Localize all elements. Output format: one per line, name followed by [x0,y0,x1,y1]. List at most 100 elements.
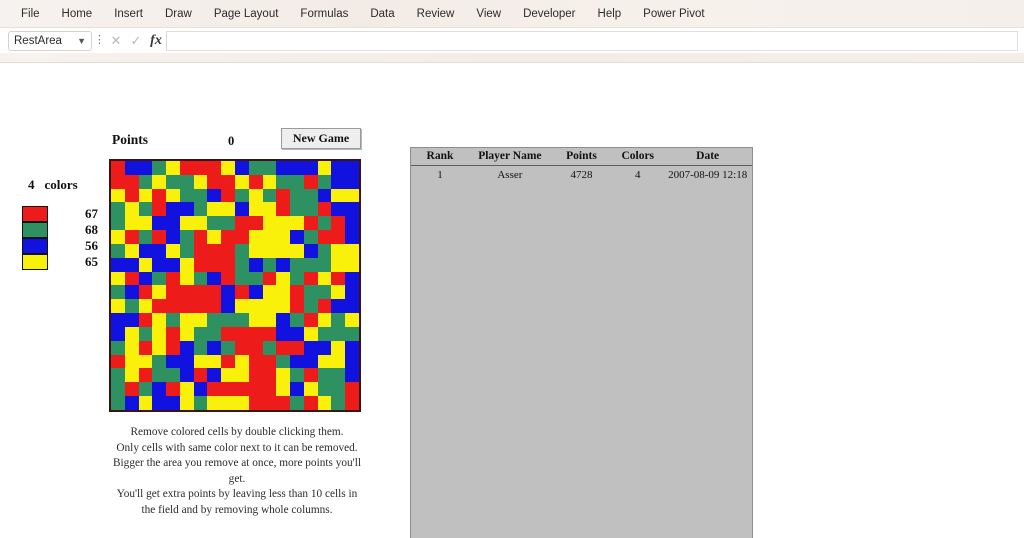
drag-handle-icon[interactable]: ⋮ [94,35,105,46]
grid-cell[interactable] [152,340,167,355]
grid-cell[interactable] [124,202,139,217]
grid-cell[interactable] [179,285,194,300]
grid-cell[interactable] [138,257,153,272]
grid-cell[interactable] [138,271,153,286]
grid-cell[interactable] [152,188,167,203]
grid-cell[interactable] [290,271,304,286]
grid-cell[interactable] [124,216,139,231]
grid-cell[interactable] [290,354,304,369]
grid-cell[interactable] [124,340,139,355]
grid-cell[interactable] [234,299,249,314]
grid-cell[interactable] [276,271,291,286]
grid-cell[interactable] [166,299,180,314]
grid-cell[interactable] [331,161,346,175]
grid-cell[interactable] [276,243,291,258]
grid-cell[interactable] [179,368,194,383]
grid-cell[interactable] [179,243,194,258]
grid-cell[interactable] [138,216,153,231]
new-game-button[interactable]: New Game [281,128,361,149]
grid-cell[interactable] [262,188,277,203]
grid-cell[interactable] [345,216,359,231]
grid-cell[interactable] [166,271,180,286]
grid-cell[interactable] [290,382,304,397]
grid-cell[interactable] [234,382,249,397]
grid-cell[interactable] [248,285,263,300]
grid-cell[interactable] [303,354,318,369]
grid-cell[interactable] [193,340,208,355]
grid-cell[interactable] [303,257,318,272]
grid-cell[interactable] [248,216,263,231]
grid-cell[interactable] [290,243,304,258]
grid-cell[interactable] [262,382,277,397]
ribbon-tab-draw[interactable]: Draw [154,4,203,24]
ribbon-tab-view[interactable]: View [465,4,512,24]
chevron-down-icon[interactable]: ▼ [77,36,86,46]
grid-cell[interactable] [193,202,208,217]
grid-cell[interactable] [166,216,180,231]
grid-cell[interactable] [345,299,359,314]
grid-cell[interactable] [303,271,318,286]
grid-cell[interactable] [221,354,235,369]
grid-cell[interactable] [124,174,139,189]
grid-cell[interactable] [303,368,318,383]
ribbon-tab-power-pivot[interactable]: Power Pivot [632,4,715,24]
grid-cell[interactable] [179,313,194,327]
grid-cell[interactable] [303,202,318,217]
grid-cell[interactable] [152,382,167,397]
grid-cell[interactable] [234,354,249,369]
grid-cell[interactable] [317,354,332,369]
grid-cell[interactable] [234,174,249,189]
grid-cell[interactable] [290,174,304,189]
grid-cell[interactable] [152,174,167,189]
grid-cell[interactable] [124,382,139,397]
grid-cell[interactable] [234,202,249,217]
grid-cell[interactable] [290,396,304,410]
grid-cell[interactable] [207,299,222,314]
grid-cell[interactable] [124,271,139,286]
grid-cell[interactable] [221,161,235,175]
grid-cell[interactable] [111,202,125,217]
grid-cell[interactable] [317,216,332,231]
grid-cell[interactable] [166,285,180,300]
grid-cell[interactable] [276,285,291,300]
grid-cell[interactable] [179,188,194,203]
grid-cell[interactable] [290,340,304,355]
grid-cell[interactable] [193,216,208,231]
grid-cell[interactable] [345,313,359,327]
grid-cell[interactable] [262,326,277,341]
grid-cell[interactable] [111,368,125,383]
grid-cell[interactable] [221,230,235,244]
grid-cell[interactable] [331,382,346,397]
grid-cell[interactable] [290,216,304,231]
grid-cell[interactable] [193,243,208,258]
grid-cell[interactable] [262,230,277,244]
grid-cell[interactable] [290,188,304,203]
grid-cell[interactable] [221,396,235,410]
grid-cell[interactable] [276,216,291,231]
grid-cell[interactable] [303,285,318,300]
grid-cell[interactable] [331,396,346,410]
grid-cell[interactable] [138,243,153,258]
grid-cell[interactable] [124,299,139,314]
grid-cell[interactable] [262,271,277,286]
grid-cell[interactable] [166,340,180,355]
grid-cell[interactable] [124,161,139,175]
grid-cell[interactable] [152,313,167,327]
grid-cell[interactable] [276,326,291,341]
grid-cell[interactable] [234,313,249,327]
grid-cell[interactable] [331,202,346,217]
grid-cell[interactable] [207,271,222,286]
grid-cell[interactable] [345,257,359,272]
grid-cell[interactable] [303,161,318,175]
grid-cell[interactable] [111,230,125,244]
grid-cell[interactable] [193,326,208,341]
grid-cell[interactable] [331,216,346,231]
grid-cell[interactable] [193,396,208,410]
grid-cell[interactable] [262,285,277,300]
grid-cell[interactable] [331,285,346,300]
grid-cell[interactable] [152,368,167,383]
grid-cell[interactable] [179,257,194,272]
grid-cell[interactable] [331,174,346,189]
grid-cell[interactable] [290,368,304,383]
grid-cell[interactable] [124,396,139,410]
